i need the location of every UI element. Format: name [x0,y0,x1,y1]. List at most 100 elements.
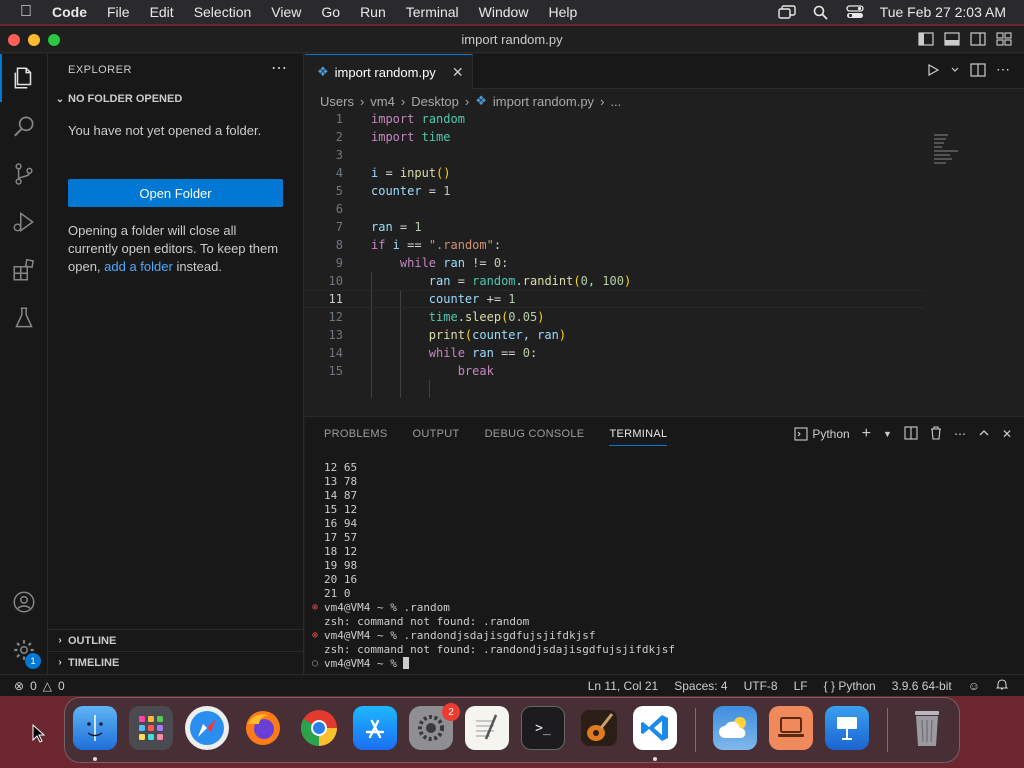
firefox-icon[interactable] [241,706,285,750]
trash-icon[interactable] [905,706,949,750]
source-control-icon[interactable] [0,150,48,198]
terminal-selector[interactable]: Python [794,427,850,441]
code-line: 10 ran = random.randint(0, 100) [305,272,925,290]
window-close-button[interactable] [8,34,20,46]
code-line: 5 counter = 1 [305,182,925,200]
apple-icon[interactable]:  [0,3,52,21]
run-python-file-icon[interactable] [926,63,940,80]
timeline-section-header[interactable]: › TIMELINE [48,651,304,673]
open-folder-button[interactable]: Open Folder [68,179,283,207]
manage-gear-icon[interactable]: 1 [0,626,48,674]
language-mode[interactable]: { } Python [824,679,876,693]
terminal-output[interactable]: 12 65 13 78 14 87 15 12 16 94 17 57 18 12 19 98… [312,461,1013,671]
finder-icon[interactable] [73,706,117,750]
terminal-dropdown-chevron-icon[interactable]: ▼ [883,429,892,439]
line-number: 2 [335,130,343,144]
breadcrumb-vm4[interactable]: vm4 [370,94,395,109]
screen-mirroring-icon[interactable] [770,0,804,24]
add-folder-link[interactable]: add a folder [104,259,173,274]
code-line: 2 import time [305,128,925,146]
textedit-icon[interactable] [465,706,509,750]
end-of-line[interactable]: LF [794,679,808,693]
toggle-panel-icon[interactable] [942,31,962,47]
chrome-icon[interactable] [297,706,341,750]
panel-tab-problems[interactable]: PROBLEMS [324,428,388,446]
breadcrumb-users[interactable]: Users [320,94,354,109]
split-terminal-icon[interactable] [904,425,918,443]
toggle-secondary-sidebar-icon[interactable] [968,31,988,47]
menu-app-name[interactable]: Code [52,4,97,20]
bottom-panel: PROBLEMS OUTPUT DEBUG CONSOLE TERMINAL P… [305,416,1024,674]
python-interpreter[interactable]: 3.9.6 64-bit [892,679,952,693]
problems-status[interactable]: ⊗ 0 △ 0 [14,679,65,693]
run-and-debug-icon[interactable] [0,198,48,246]
panel-tab-output[interactable]: OUTPUT [413,428,460,446]
screen-sharing-laptop-icon[interactable] [769,706,813,750]
vscode-icon[interactable] [633,706,677,750]
minimap[interactable] [934,134,974,168]
code-editor[interactable]: 1 import random 2 import time 3 4 i = input… [305,110,1024,416]
indentation[interactable]: Spaces: 4 [674,679,727,693]
code-line: 1 import random [305,110,925,128]
window-zoom-button[interactable] [48,34,60,46]
panel-tab-debug-console[interactable]: DEBUG CONSOLE [485,428,585,446]
code-text: while ran != 0: [399,256,509,270]
weather-cloud-icon[interactable] [713,706,757,750]
close-panel-icon[interactable]: ✕ [1002,427,1012,441]
menubar-clock[interactable]: Tue Feb 27 2:03 AM [872,4,1024,20]
feedback-icon[interactable]: ☺ [968,679,980,693]
menu-edit[interactable]: Edit [140,4,184,20]
window-minimize-button[interactable] [28,34,40,46]
editor-more-actions-icon[interactable]: ⋯ [996,62,1010,80]
panel-tab-terminal[interactable]: TERMINAL [609,428,668,446]
menu-go[interactable]: Go [311,4,350,20]
spotlight-search-icon[interactable] [804,0,838,24]
app-store-icon[interactable] [353,706,397,750]
extensions-icon[interactable] [0,246,48,294]
explorer-more-actions-icon[interactable]: ⋯ [271,58,287,78]
menu-help[interactable]: Help [538,4,587,20]
notifications-bell-icon[interactable] [995,678,1009,694]
testing-flask-icon[interactable] [0,294,48,342]
split-editor-icon[interactable] [970,63,986,80]
terminal-app-icon[interactable]: >_ [521,706,565,750]
breadcrumb: Users › vm4 › Desktop › ❖ import random.… [320,90,621,112]
chevron-right-icon: › [58,635,62,646]
garageband-guitar-icon[interactable] [577,706,621,750]
breadcrumb-symbols[interactable]: ... [610,94,621,109]
control-center-icon[interactable] [838,0,872,24]
search-icon[interactable] [0,102,48,150]
encoding[interactable]: UTF-8 [744,679,778,693]
breadcrumb-file[interactable]: import random.py [493,94,594,109]
keynote-podium-icon[interactable] [825,706,869,750]
explorer-icon[interactable] [0,54,48,102]
menu-selection[interactable]: Selection [184,4,262,20]
customize-layout-icon[interactable] [994,31,1014,47]
code-text: time.sleep(0.05) [428,310,545,324]
panel-more-actions-icon[interactable]: ⋯ [954,427,966,441]
command-failed-icon[interactable]: ⊗ [312,601,318,615]
maximize-panel-chevron-up-icon[interactable] [978,427,990,441]
menu-file[interactable]: File [97,4,140,20]
command-failed-icon[interactable]: ⊗ [312,629,318,643]
menu-view[interactable]: View [261,4,311,20]
accounts-icon[interactable] [0,578,48,626]
outline-section-header[interactable]: › OUTLINE [48,629,304,651]
editor-tab-import-random[interactable]: ❖ import random.py ✕ [305,54,473,89]
chevron-down-icon: ⌄ [55,93,65,105]
terminal-prompt-line[interactable]: ○ vm4@VM4 ~ % [312,657,1013,671]
new-terminal-plus-icon[interactable]: + [862,425,871,443]
close-tab-icon[interactable]: ✕ [452,64,464,81]
menu-run[interactable]: Run [350,4,396,20]
breadcrumb-desktop[interactable]: Desktop [411,94,459,109]
menu-terminal[interactable]: Terminal [396,4,469,20]
toggle-primary-sidebar-icon[interactable] [916,31,936,47]
kill-terminal-trash-icon[interactable] [930,425,942,443]
cursor-position[interactable]: Ln 11, Col 21 [588,679,659,693]
no-folder-section-header[interactable]: ⌄ NO FOLDER OPENED [48,88,304,110]
safari-compass-icon[interactable] [185,706,229,750]
code-text: counter += 1 [371,292,516,306]
launchpad-icon[interactable] [129,706,173,750]
menu-window[interactable]: Window [469,4,539,20]
run-dropdown-chevron-icon[interactable] [950,63,960,80]
